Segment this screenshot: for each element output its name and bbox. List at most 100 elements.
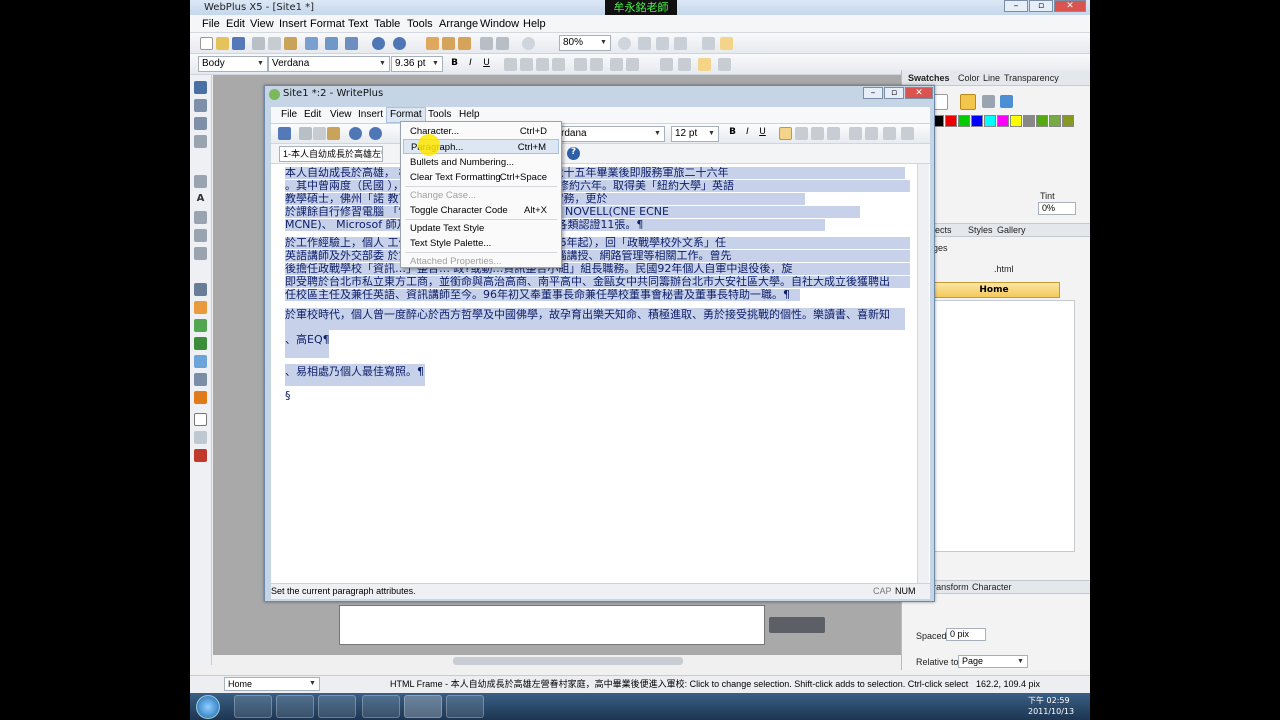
relative-select[interactable]: Page ▼ (958, 655, 1028, 668)
spaced-input[interactable]: 0 pix (946, 628, 986, 641)
color-tool-icon[interactable] (194, 449, 207, 462)
text-line[interactable]: 。其中曾兩度（民國 ），及「師資培養案」甄選，赴美進修約六年。取得美「紐約大學」… (285, 180, 910, 192)
wp-menu-view[interactable]: View (330, 107, 352, 123)
menu-item-style-palette[interactable]: Text Style Palette... (403, 236, 559, 251)
swatch-red[interactable] (945, 115, 957, 127)
edit-story-icon[interactable] (698, 58, 711, 71)
fit-text-icon[interactable] (678, 58, 691, 71)
wp-save-icon[interactable] (278, 127, 291, 140)
wp-minimize-button[interactable]: – (863, 87, 883, 99)
html-tool-icon[interactable] (194, 373, 207, 386)
swatch-green[interactable] (958, 115, 970, 127)
menu-item-update-style[interactable]: Update Text Style (403, 221, 559, 236)
wp-justify-icon[interactable] (827, 127, 840, 140)
align-icon[interactable] (496, 37, 509, 50)
hotspot-tool-icon[interactable] (194, 355, 207, 368)
minimize-button[interactable]: – (1004, 0, 1028, 12)
wp-outdent-icon[interactable] (901, 127, 914, 140)
page-home-item[interactable]: Home (928, 282, 1060, 298)
help-icon[interactable]: ? (567, 147, 580, 160)
arrange-icon[interactable] (426, 37, 439, 50)
menu-window[interactable]: Window (480, 15, 519, 33)
tab-gallery[interactable]: Gallery (997, 225, 1026, 235)
menu-item-toggle-code[interactable]: Toggle Character Code Alt+X (403, 203, 559, 218)
smart-object-icon[interactable] (194, 337, 207, 350)
menu-text[interactable]: Text (348, 15, 368, 33)
taskbar-app[interactable] (446, 695, 484, 718)
menu-insert[interactable]: Insert (279, 15, 307, 33)
text-line[interactable]: 後擔任政戰學校「資訊…」整合… 政?或動…資訊整合小組」組長職務。民國92年個人… (285, 263, 910, 275)
tab-line[interactable]: Line (983, 73, 1000, 83)
bullets-icon[interactable] (574, 58, 587, 71)
start-button[interactable] (196, 695, 220, 719)
align-left-icon[interactable] (504, 58, 517, 71)
lock-icon[interactable] (720, 37, 733, 50)
indent-icon[interactable] (610, 58, 623, 71)
doc-scrollbar[interactable] (917, 164, 929, 583)
text-tool-icon[interactable]: A (194, 193, 207, 206)
swatch-cyan[interactable] (984, 115, 996, 127)
wp-undo-icon[interactable] (349, 127, 362, 140)
swatch-gray[interactable] (1023, 115, 1035, 127)
page-width-icon[interactable] (674, 37, 687, 50)
swatch-magenta[interactable] (997, 115, 1009, 127)
paste-icon[interactable] (284, 37, 297, 50)
media-tool-icon[interactable] (194, 283, 207, 296)
close-button[interactable]: ✕ (1054, 0, 1086, 12)
wp-copy-icon[interactable] (313, 127, 326, 140)
wp-size-select[interactable]: 12 pt ▼ (671, 126, 719, 142)
pointer-tool-icon[interactable] (194, 81, 207, 94)
taskbar-ie[interactable] (234, 695, 272, 718)
swatch-olive[interactable] (1036, 115, 1048, 127)
wp-bold-icon[interactable]: B (726, 127, 739, 140)
zoom-out-icon[interactable] (522, 37, 535, 50)
shape-tool-icon[interactable] (194, 247, 207, 260)
preview-icon[interactable] (305, 37, 318, 50)
gallery-tool-icon[interactable] (194, 319, 207, 332)
maximize-button[interactable]: ▫ (1029, 0, 1053, 12)
text-line[interactable]: 本人自幼成長於高雄， 校一政治作戰學校外文系就讀。六十五年畢業後即服務軍旅二十六… (285, 167, 905, 179)
menu-tools[interactable]: Tools (407, 15, 433, 33)
swatch-yellow[interactable] (1010, 115, 1022, 127)
menu-item-clear-formatting[interactable]: Clear Text Formatting Ctrl+Space (403, 170, 559, 185)
fit-icon[interactable] (656, 37, 669, 50)
grid-icon[interactable] (702, 37, 715, 50)
text-line[interactable]: 於課餘自行修習電腦 「電腦協會」A+ PC硬體維修技師、NOVELL(CNE E… (285, 206, 860, 218)
wp-redo-icon[interactable] (369, 127, 382, 140)
tab-swatches[interactable]: Swatches (908, 73, 950, 83)
wp-cut-icon[interactable] (299, 127, 312, 140)
undo-icon[interactable] (372, 37, 385, 50)
button-tool-icon[interactable] (194, 431, 207, 444)
style-select[interactable]: Body ▼ (198, 56, 268, 72)
text-line[interactable]: § (285, 390, 291, 402)
swatch-moss[interactable] (1062, 115, 1074, 127)
underline-icon[interactable]: U (480, 58, 493, 71)
font-select[interactable]: Verdana ▼ (268, 56, 390, 72)
palette-icon[interactable] (982, 95, 995, 108)
wp-align-right-icon[interactable] (811, 127, 824, 140)
wp-menu-file[interactable]: File (281, 107, 297, 123)
wp-italic-icon[interactable]: I (741, 127, 754, 140)
save-icon[interactable] (232, 37, 245, 50)
menu-table[interactable]: Table (374, 15, 400, 33)
wp-underline-icon[interactable]: U (756, 127, 769, 140)
picture-tool-icon[interactable] (194, 301, 207, 314)
tint-input[interactable]: 0% (1038, 202, 1076, 215)
publish-icon[interactable] (325, 37, 338, 50)
wp-align-center-icon[interactable] (795, 127, 808, 140)
text-line[interactable]: 、高EQ¶ (285, 330, 329, 358)
wp-numbering-icon[interactable] (865, 127, 878, 140)
send-back-icon[interactable] (458, 37, 471, 50)
align-center-icon[interactable] (520, 58, 533, 71)
frame-tool-icon[interactable] (194, 211, 207, 224)
gradient-icon[interactable] (1000, 95, 1013, 108)
menu-view[interactable]: View (250, 15, 274, 33)
italic-icon[interactable]: I (464, 58, 477, 71)
transparency-tool-icon[interactable] (194, 135, 207, 148)
form-tool-icon[interactable] (194, 413, 207, 426)
text-line[interactable]: 於軍校時代，個人曾一度醉心於西方哲學及中國佛學，故孕育出樂天知命、積極進取、勇於… (285, 308, 905, 330)
text-frame-icon[interactable] (660, 58, 673, 71)
taskbar-media[interactable] (318, 695, 356, 718)
menu-file[interactable]: File (202, 15, 220, 33)
wp-menu-edit[interactable]: Edit (304, 107, 321, 123)
